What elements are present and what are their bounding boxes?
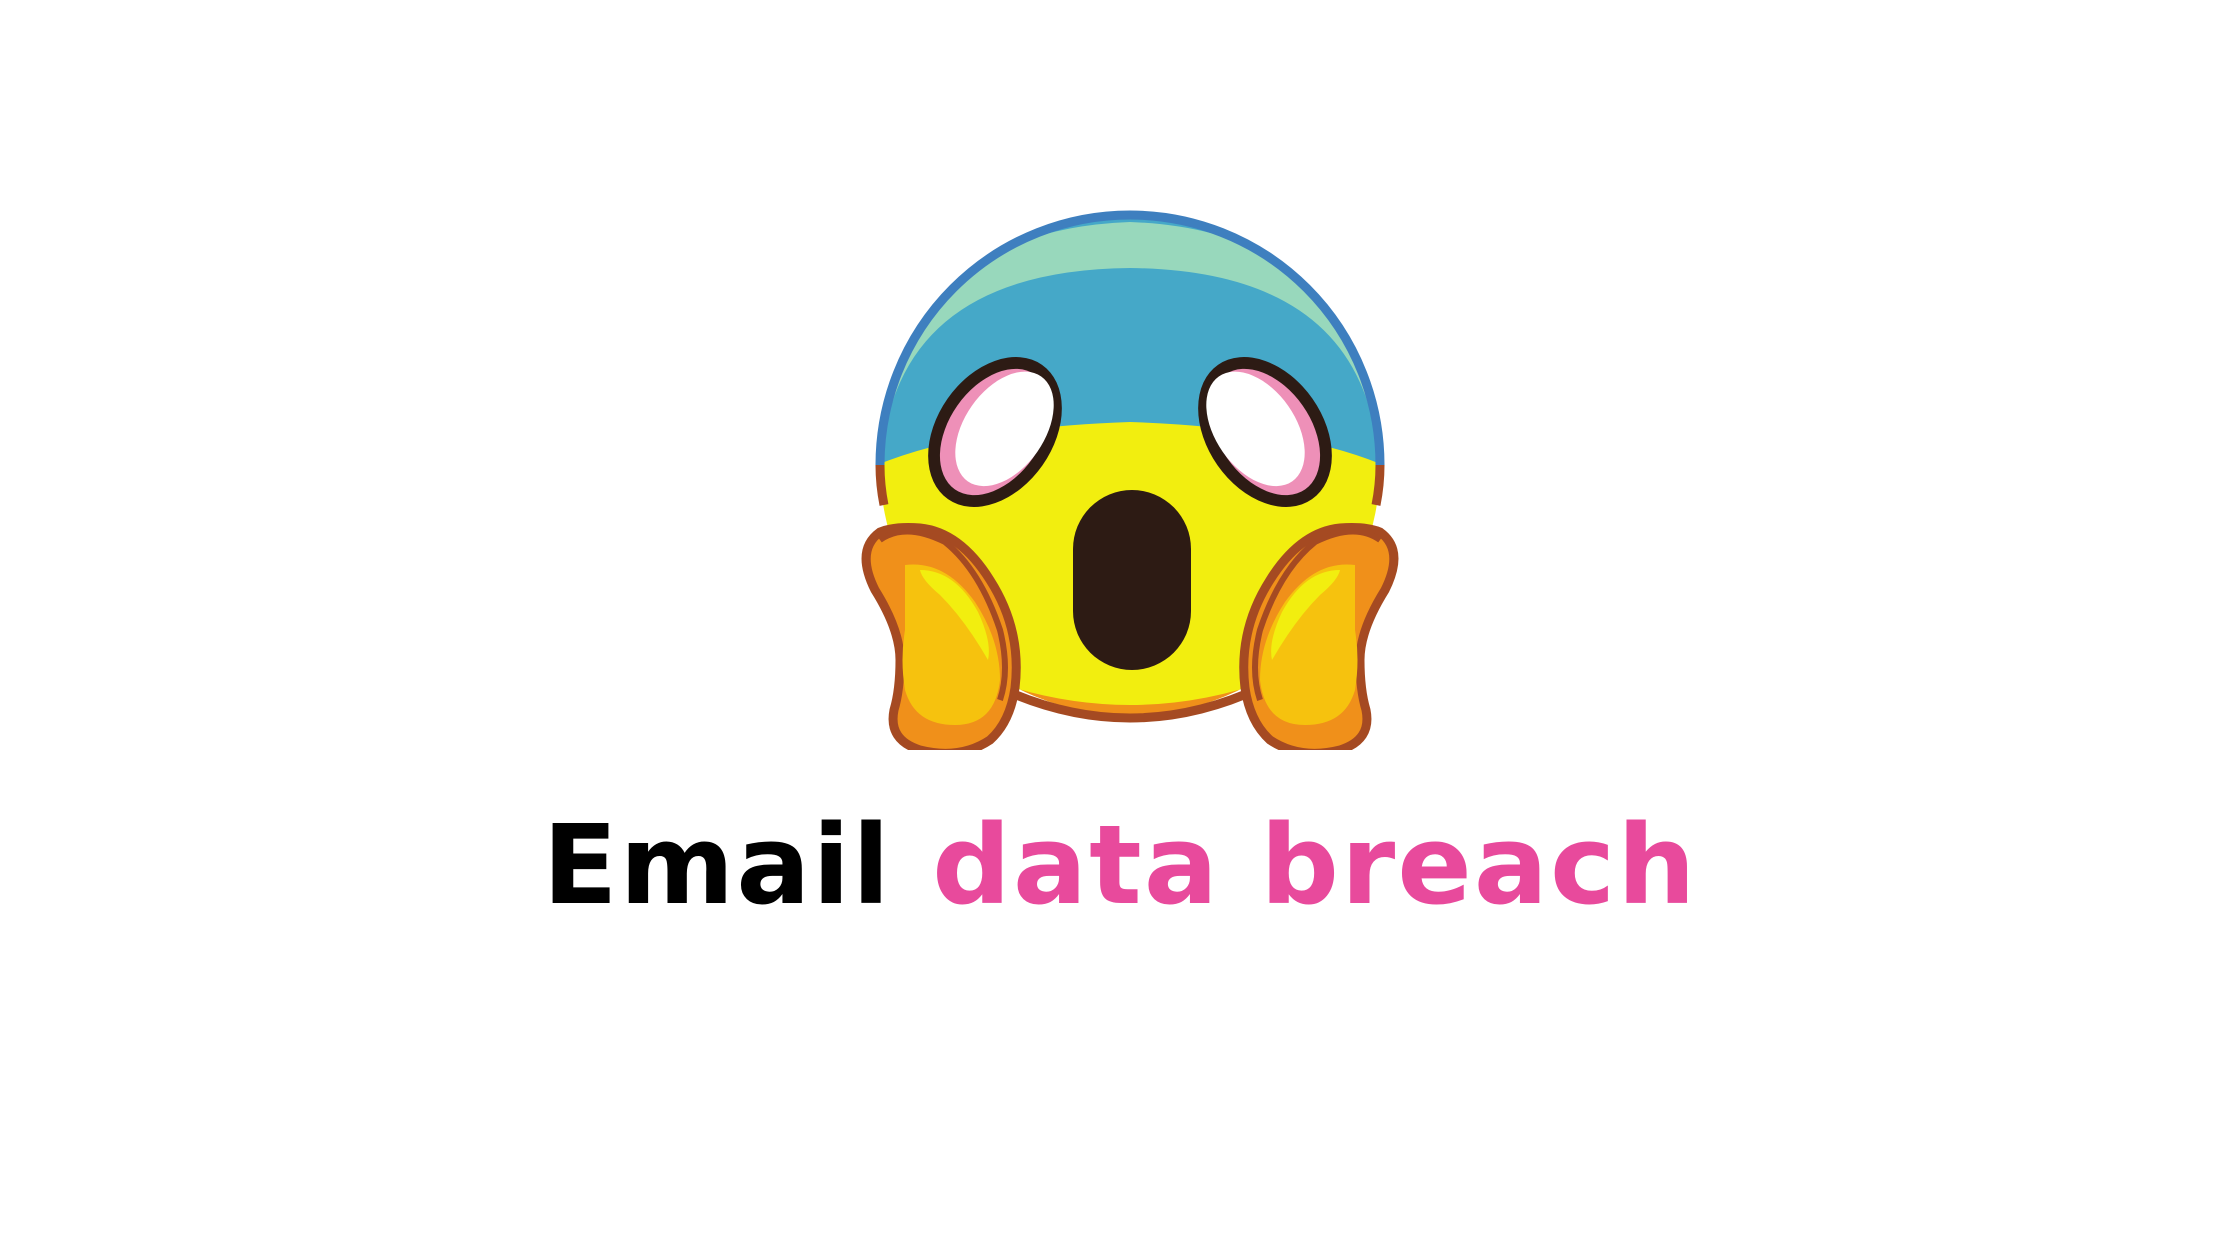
headline: Email data breach bbox=[0, 790, 2240, 940]
headline-part-data-breach: data breach bbox=[932, 801, 1698, 929]
headline-part-email: Email bbox=[542, 801, 892, 929]
page: Email data breach bbox=[0, 0, 2240, 1260]
face-screaming-in-fear-icon bbox=[861, 210, 1399, 750]
